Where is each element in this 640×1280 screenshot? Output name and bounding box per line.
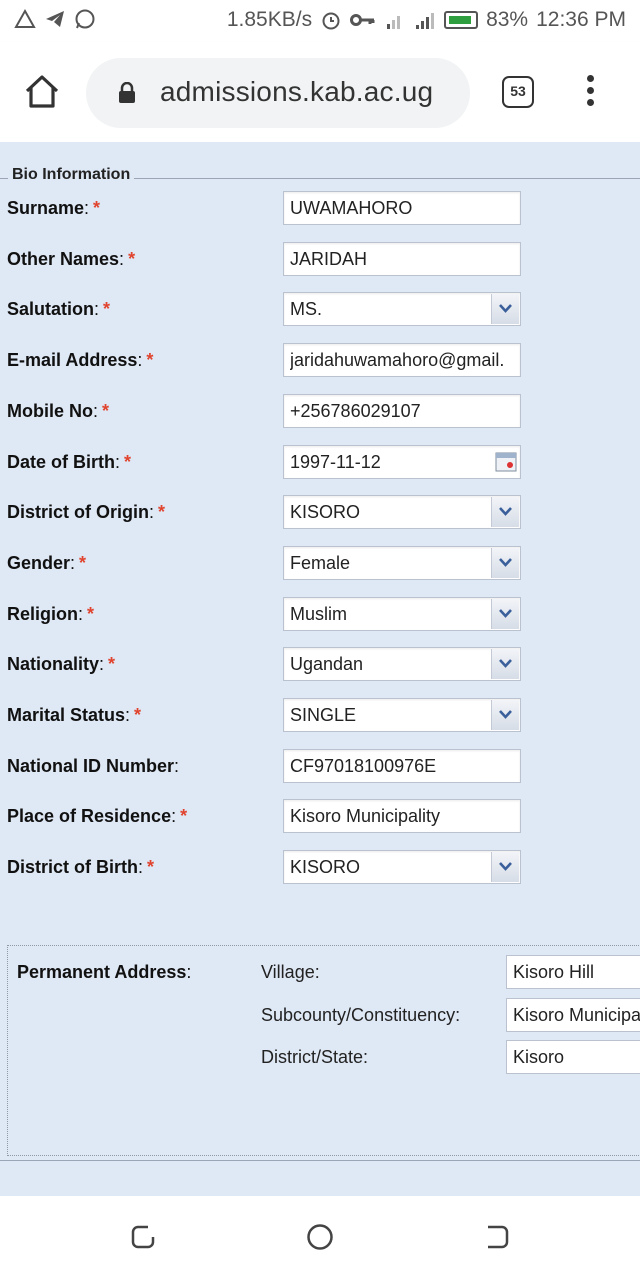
marital-status-select[interactable]: SINGLE (283, 698, 521, 732)
field-label: Mobile No: * (7, 401, 110, 421)
field-label: District of Birth: * (7, 857, 155, 877)
field-label: Place of Residence: * (7, 806, 188, 826)
status-right: 1.85KB/s 83% 12:36 PM (227, 8, 626, 32)
field-label: Other Names: * (7, 249, 136, 269)
required-asterisk: * (146, 350, 154, 370)
home-nav-icon[interactable] (305, 1222, 335, 1252)
network-speed: 1.85KB/s (226, 8, 313, 31)
field-label: District of Origin: * (7, 502, 166, 522)
required-asterisk: * (134, 705, 142, 725)
address-input-village[interactable]: Kisoro Hill (506, 955, 640, 989)
required-asterisk: * (180, 806, 188, 826)
lock-icon (119, 82, 135, 103)
chevron-down-icon[interactable] (491, 548, 519, 578)
address-bar[interactable]: admissions.kab.ac.ug (86, 58, 470, 128)
back-icon[interactable] (482, 1222, 512, 1252)
field-label: National ID Number: (7, 756, 180, 776)
status-bar: 1.85KB/s 83% 12:36 PM (0, 0, 640, 42)
national-id-number-input[interactable]: CF97018100976E (283, 749, 521, 783)
required-asterisk: * (102, 401, 110, 421)
signal-icon (387, 16, 401, 29)
e-mail-address-input[interactable]: jaridahuwamahoro@gmail. (283, 343, 521, 377)
required-asterisk: * (103, 299, 111, 319)
form-row-surname: Surname: * UWAMAHORO (0, 191, 640, 225)
bio-legend: Bio Information (8, 166, 135, 184)
form-row-marital-status: Marital Status: * SINGLE (0, 698, 640, 732)
form-row-other-names: Other Names: * JARIDAH (0, 242, 640, 276)
district-of-origin-select[interactable]: KISORO (283, 495, 521, 529)
date-of-birth-input[interactable]: 1997-11-12 (283, 445, 521, 479)
address-label-village: Village: (261, 962, 320, 982)
field-label: E-mail Address: * (7, 350, 154, 370)
chevron-down-icon[interactable] (491, 599, 519, 629)
battery-icon (444, 11, 479, 29)
chevron-down-icon[interactable] (491, 497, 519, 527)
menu-icon[interactable] (580, 72, 600, 112)
field-label: Marital Status: * (7, 705, 142, 725)
page-content: Bio Information Surname: * UWAMAHORO Other … (0, 142, 640, 1196)
warning-icon (14, 8, 36, 28)
required-asterisk: * (79, 553, 87, 573)
required-asterisk: * (128, 249, 136, 269)
form-row-mobile-no: Mobile No: * +256786029107 (0, 394, 640, 428)
form-row-religion: Religion: * Muslim (0, 597, 640, 631)
chevron-down-icon[interactable] (491, 649, 519, 679)
recent-apps-icon[interactable] (128, 1222, 158, 1252)
form-row-date-of-birth: Date of Birth: * 1997-11-12 (0, 445, 640, 479)
gender-select[interactable]: Female (283, 546, 521, 580)
form-row-district-of-origin: District of Origin: * KISORO (0, 495, 640, 529)
status-left-icons (14, 8, 96, 30)
required-asterisk: * (158, 502, 166, 522)
chevron-down-icon[interactable] (491, 700, 519, 730)
chevron-down-icon[interactable] (491, 294, 519, 324)
field-label: Date of Birth: * (7, 452, 132, 472)
required-asterisk: * (87, 604, 95, 624)
home-icon[interactable] (22, 72, 62, 112)
district-of-birth-select[interactable]: KISORO (283, 850, 521, 884)
place-of-residence-input[interactable]: Kisoro Municipality (283, 799, 521, 833)
form-row-district-of-birth: District of Birth: * KISORO (0, 850, 640, 884)
required-asterisk: * (108, 654, 116, 674)
mobile-no-input[interactable]: +256786029107 (283, 394, 521, 428)
calendar-icon[interactable] (493, 447, 519, 477)
field-label: Gender: * (7, 553, 87, 573)
form-row-national-id-number: National ID Number: CF97018100976E (0, 749, 640, 783)
form-row-gender: Gender: * Female (0, 546, 640, 580)
battery-percent: 83% (486, 8, 529, 31)
surname-input[interactable]: UWAMAHORO (283, 191, 521, 225)
required-asterisk: * (93, 198, 101, 218)
form-row-nationality: Nationality: * Ugandan (0, 647, 640, 681)
form-row-e-mail-address: E-mail Address: * jaridahuwamahoro@gmail. (0, 343, 640, 377)
form-row-place-of-residence: Place of Residence: * Kisoro Municipality (0, 799, 640, 833)
divider (0, 1160, 640, 1161)
navigation-bar (0, 1196, 640, 1280)
field-label: Nationality: * (7, 654, 116, 674)
alarm-icon (322, 12, 340, 30)
religion-select[interactable]: Muslim (283, 597, 521, 631)
url-text: admissions.kab.ac.ug (160, 76, 434, 107)
whatsapp-icon (75, 9, 95, 29)
required-asterisk: * (147, 857, 155, 877)
signal-2-icon (416, 13, 435, 29)
field-label: Surname: * (7, 198, 101, 218)
other-names-input[interactable]: JARIDAH (283, 242, 521, 276)
browser-toolbar: admissions.kab.ac.ug 53 (0, 42, 640, 142)
form-row-salutation: Salutation: * MS. (0, 292, 640, 326)
chevron-down-icon[interactable] (491, 852, 519, 882)
salutation-select[interactable]: MS. (283, 292, 521, 326)
tab-switcher-button[interactable]: 53 (502, 76, 534, 108)
address-label-district-state: District/State: (261, 1047, 369, 1067)
permanent-address-title: Permanent Address: (17, 962, 192, 982)
field-label: Religion: * (7, 604, 95, 624)
address-input-subcounty-constituency[interactable]: Kisoro Municipality (506, 998, 640, 1032)
required-asterisk: * (124, 452, 132, 472)
address-input-district-state[interactable]: Kisoro (506, 1040, 640, 1074)
nationality-select[interactable]: Ugandan (283, 647, 521, 681)
clock: 12:36 PM (536, 8, 626, 31)
vpn-key-icon (350, 14, 375, 26)
telegram-icon (46, 11, 64, 27)
field-label: Salutation: * (7, 299, 111, 319)
address-label-subcounty-constituency: Subcounty/Constituency: (261, 1005, 461, 1025)
